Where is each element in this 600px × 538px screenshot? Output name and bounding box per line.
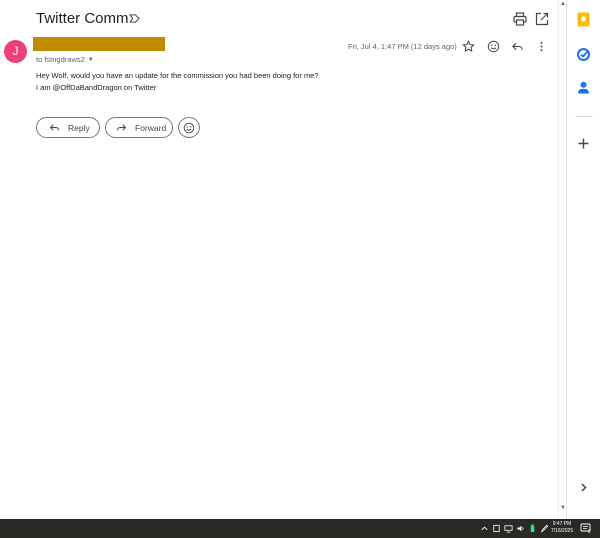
taskbar-time: 9:47 PM — [552, 521, 572, 527]
side-divider — [575, 116, 593, 117]
system-tray — [480, 519, 552, 538]
recipient-text: to fstngdraws2 — [36, 55, 85, 64]
email-body-line: I am @OffDaBandDragon on Twitter — [36, 83, 157, 92]
avatar[interactable]: J — [4, 40, 27, 63]
print-icon[interactable] — [512, 11, 528, 27]
network-icon[interactable] — [504, 524, 513, 533]
tasks-icon[interactable] — [576, 47, 591, 62]
forward-label: Forward — [135, 122, 167, 133]
star-icon[interactable] — [462, 40, 475, 53]
taskbar-date: 7/16/2025 — [550, 528, 574, 534]
contacts-icon[interactable] — [576, 80, 591, 95]
email-body-line: Hey Wolf, would you have an update for t… — [36, 71, 319, 80]
forward-icon — [117, 124, 127, 131]
volume-icon[interactable] — [516, 524, 525, 533]
battery-icon[interactable] — [528, 524, 537, 533]
recipient-line[interactable]: to fstngdraws2 ▼ — [36, 55, 94, 64]
chevron-right-icon[interactable] — [576, 480, 591, 495]
side-panel — [566, 0, 600, 519]
chevron-up-icon[interactable] — [480, 524, 489, 533]
notification-count: 2 — [588, 529, 591, 535]
reply-icon[interactable] — [511, 40, 524, 53]
taskbar-clock[interactable]: 9:47 PM 7/16/2025 — [549, 521, 575, 535]
label-outline-icon[interactable] — [129, 13, 140, 24]
chevron-down-icon[interactable]: ▼ — [88, 57, 94, 63]
reply-button[interactable]: Reply — [36, 117, 100, 138]
email-pane: Twitter Comm J to fstngdraws2 ▼ Fri, Jul … — [0, 0, 558, 519]
forward-button[interactable]: Forward — [105, 117, 173, 138]
add-icon[interactable] — [576, 136, 591, 151]
sender-name-redacted[interactable] — [33, 37, 165, 51]
emoji-reaction-button[interactable] — [178, 117, 200, 138]
taskbar: 9:47 PM 7/16/2025 2 — [0, 519, 600, 538]
reply-label: Reply — [68, 122, 90, 133]
email-date: Fri, Jul 4, 1:47 PM (12 days ago) — [348, 42, 457, 51]
keep-icon[interactable] — [576, 12, 591, 27]
open-in-new-window-icon[interactable] — [534, 11, 550, 27]
emoji-icon[interactable] — [487, 40, 500, 53]
pen-icon[interactable] — [540, 524, 549, 533]
scrollbar[interactable]: ▲ ▼ — [558, 0, 566, 519]
more-vert-icon[interactable] — [535, 40, 548, 53]
email-subject: Twitter Comm — [36, 10, 129, 27]
device-icon[interactable] — [492, 524, 501, 533]
emoji-icon — [183, 122, 195, 133]
reply-icon — [49, 124, 59, 131]
